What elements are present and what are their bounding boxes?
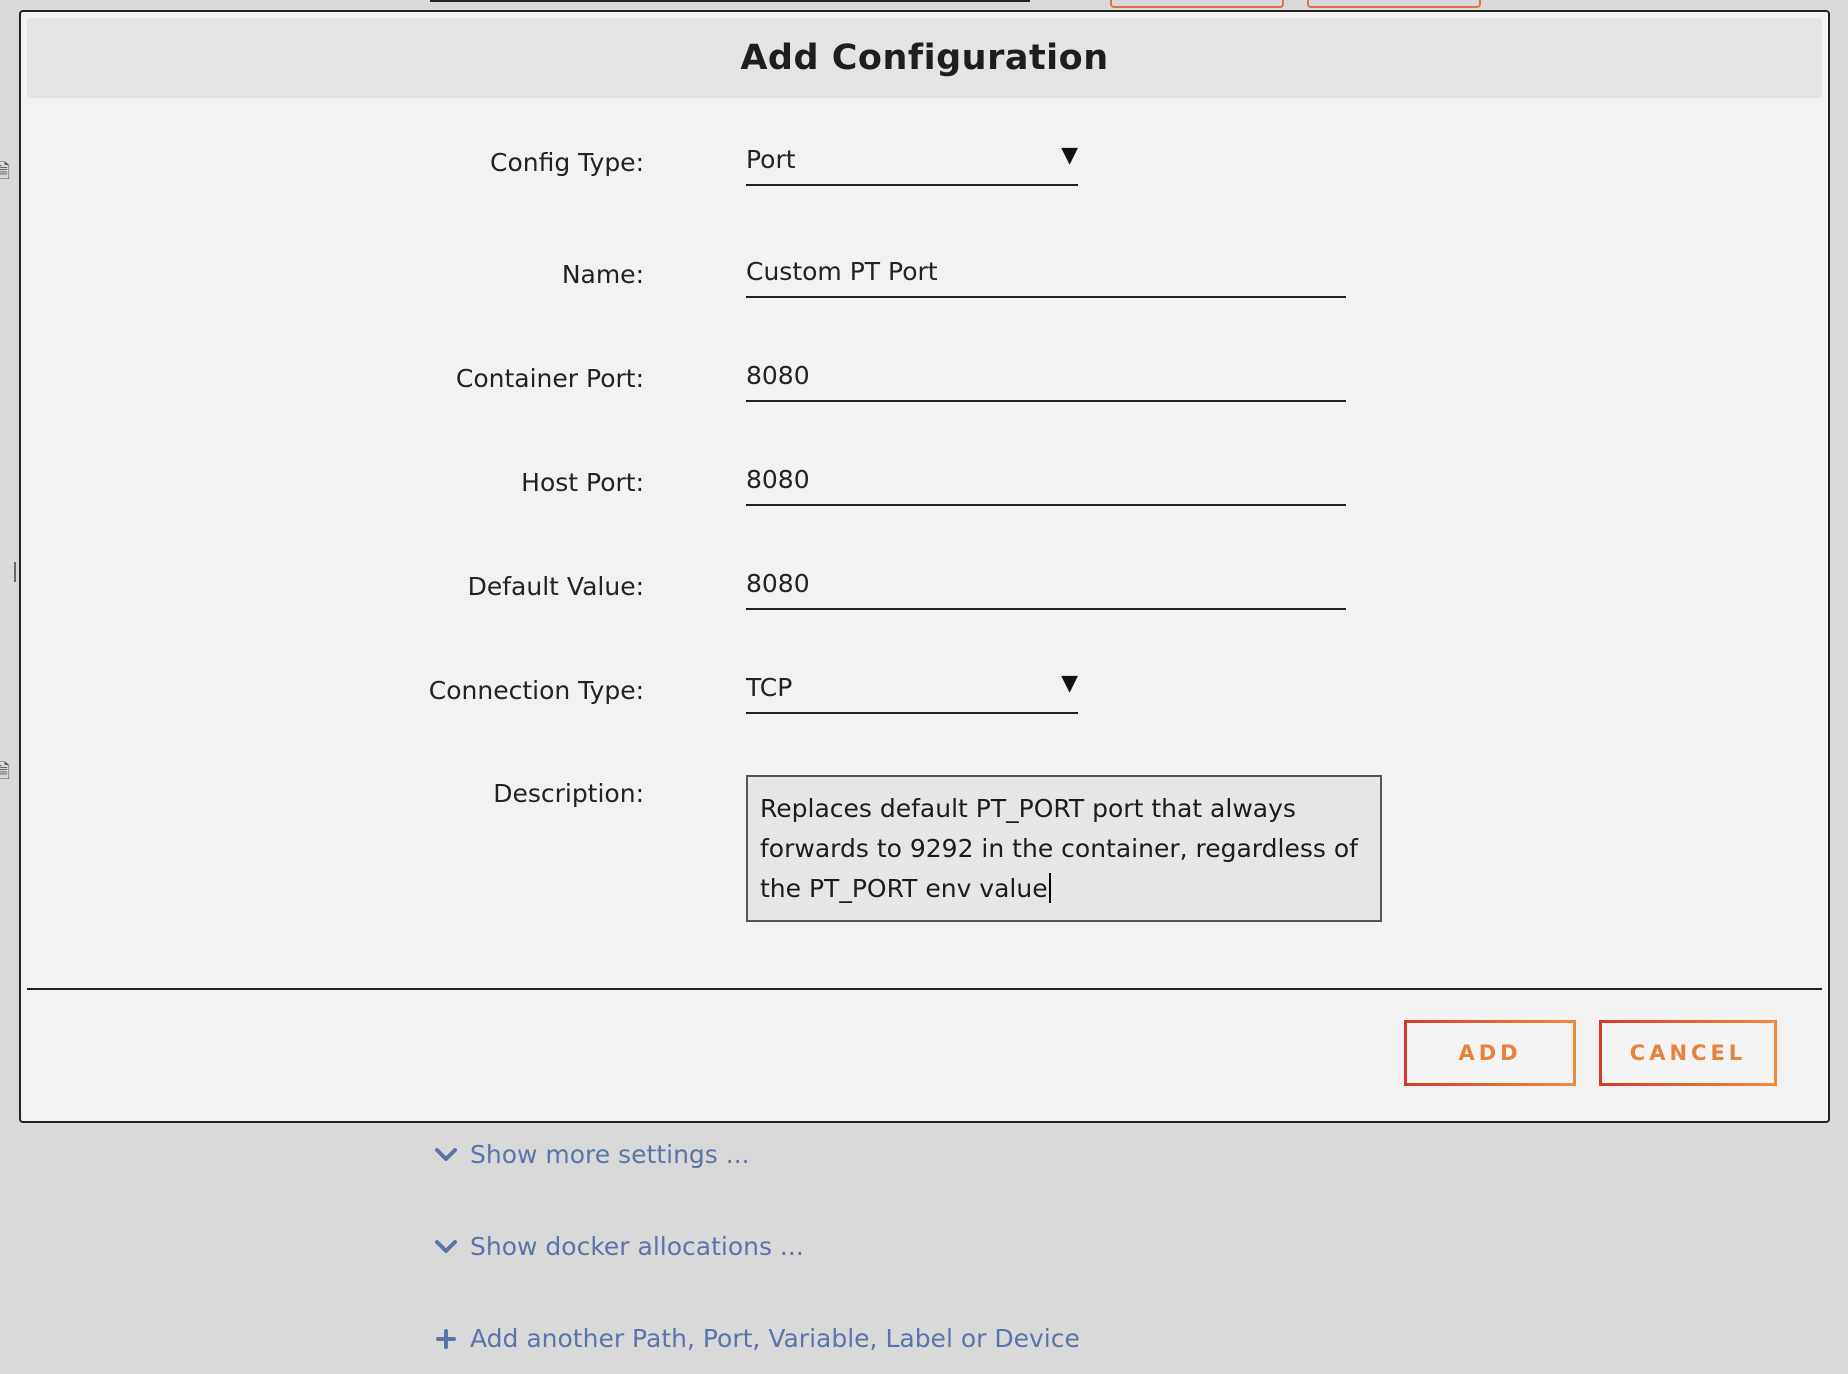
background-button [1110,0,1284,8]
dialog-header: Add Configuration [27,18,1822,98]
show-more-settings-link[interactable]: Show more settings ... [434,1140,750,1169]
name-label: Name: [561,260,644,289]
config-type-label: Config Type: [489,148,644,177]
chevron-down-icon [434,1147,458,1162]
show-docker-allocations-link[interactable]: Show docker allocations ... [434,1232,804,1261]
document-icon: 🗎 [0,159,11,183]
connection-type-value: TCP [746,673,793,702]
connection-type-label: Connection Type: [428,676,644,705]
caret-down-icon: ▼ [1061,143,1078,168]
chevron-down-icon [434,1239,458,1254]
dialog-title: Add Configuration [740,38,1109,78]
show-docker-allocations-label: Show docker allocations ... [470,1232,804,1261]
name-input[interactable]: Custom PT Port [746,250,1346,298]
footer-divider [27,988,1822,990]
add-another-label: Add another Path, Port, Variable, Label … [470,1324,1080,1353]
connection-type-select[interactable]: TCP ▼ [746,666,1078,714]
add-button[interactable]: ADD [1404,1020,1576,1086]
config-type-select[interactable]: Port ▼ [746,138,1078,186]
container-port-label: Container Port: [455,364,644,393]
cancel-button[interactable]: CANCEL [1599,1020,1777,1086]
host-port-label: Host Port: [521,468,644,497]
container-port-input[interactable]: 8080 [746,354,1346,402]
description-label: Description: [493,779,644,808]
caret-down-icon: ▼ [1061,671,1078,696]
background-underline [430,0,1030,2]
document-icon: 🗎 [0,759,11,783]
add-another-link[interactable]: Add another Path, Port, Variable, Label … [434,1324,1080,1353]
host-port-input[interactable]: 8080 [746,458,1346,506]
config-type-value: Port [746,145,796,174]
add-configuration-dialog: Add Configuration Config Type: Port ▼ Na… [19,10,1830,1123]
description-text: Replaces default PT_PORT port that alway… [760,794,1358,903]
background-button [1307,0,1481,8]
default-value-label: Default Value: [467,572,644,601]
description-textarea[interactable]: Replaces default PT_PORT port that alway… [746,775,1382,922]
text-cursor [1048,873,1051,903]
plus-icon [434,1328,458,1349]
show-more-settings-label: Show more settings ... [470,1140,750,1169]
default-value-input[interactable]: 8080 [746,562,1346,610]
